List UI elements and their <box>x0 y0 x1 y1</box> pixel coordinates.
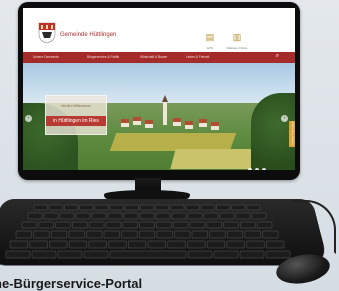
keyboard-key <box>105 221 122 229</box>
keyboard-key <box>123 212 139 220</box>
keyboard-key <box>206 240 226 249</box>
keyboard-key <box>109 250 187 259</box>
keyboard-key <box>75 212 91 220</box>
keyboard-key <box>187 250 213 259</box>
keyboard-key <box>50 230 68 239</box>
keyboard-key <box>124 204 139 211</box>
keyboard-key <box>107 212 123 220</box>
keyboard-key <box>138 230 156 239</box>
keyboard-key <box>172 221 189 229</box>
keyboard-key <box>231 204 246 211</box>
keyboard-key <box>88 240 107 249</box>
keyboard-key <box>246 204 261 211</box>
keyboard-key <box>244 230 261 239</box>
keyboard-key <box>191 230 208 239</box>
keyboard-key <box>9 240 29 249</box>
keyboard-key <box>209 230 226 239</box>
keyboard-key <box>38 221 54 229</box>
keyboard-key <box>147 240 167 249</box>
keyboard-key <box>94 204 109 211</box>
keyboard-key <box>5 250 31 259</box>
keyboard-key <box>68 240 88 249</box>
keyboard-key <box>213 250 239 259</box>
keyboard-key <box>265 240 285 249</box>
keyboard-key <box>33 230 50 239</box>
keyboard-key <box>155 204 170 211</box>
keyboard-key <box>216 204 230 211</box>
keyboard-key <box>187 212 203 220</box>
keyboard-key <box>21 221 38 229</box>
keyboard-key <box>48 204 63 211</box>
keyboard-key <box>15 230 32 239</box>
keyboard-key <box>91 212 107 220</box>
keyboard-key <box>29 240 48 249</box>
keyboard-key <box>72 221 88 229</box>
keyboard-key <box>108 240 127 249</box>
keyboard-key <box>203 212 219 220</box>
keyboard-key <box>33 204 48 211</box>
keyboard-keys <box>5 204 291 259</box>
keyboard-key <box>155 212 171 220</box>
keyboard-key <box>206 221 222 229</box>
keyboard-key <box>55 221 71 229</box>
keyboard-key <box>167 240 186 249</box>
keyboard-key <box>189 221 206 229</box>
keyboard-key <box>109 204 124 211</box>
keyboard-key <box>170 204 185 211</box>
keyboard-key <box>187 240 206 249</box>
keyboard-key <box>174 230 191 239</box>
keyboard-key <box>79 204 94 211</box>
keyboard-key <box>121 230 138 239</box>
keyboard-key <box>200 204 215 211</box>
keyboard-key <box>31 250 57 259</box>
keyboard-key <box>88 221 105 229</box>
keyboard-key <box>59 212 75 220</box>
keyboard-key <box>43 212 59 220</box>
keyboard-key <box>171 212 187 220</box>
keyboard-key <box>226 230 244 239</box>
keyboard-key <box>240 221 256 229</box>
keyboard-key <box>127 240 147 249</box>
keyboard-key <box>140 204 154 211</box>
keyboard-key <box>223 221 239 229</box>
keyboard-key <box>49 240 68 249</box>
keyboard-key <box>68 230 85 239</box>
keyboard-key <box>139 212 155 220</box>
keyboard-key <box>103 230 120 239</box>
keyboard-key <box>235 212 251 220</box>
keyboard-key <box>251 212 267 220</box>
keyboard-key <box>86 230 103 239</box>
keyboard-key <box>27 212 43 220</box>
keyboard-key <box>57 250 83 259</box>
keyboard-key <box>83 250 109 259</box>
keyboard-key <box>265 250 291 259</box>
keyboard-key <box>239 250 265 259</box>
page-caption: ne-Bürgerservice-Portal <box>0 276 143 291</box>
keyboard-key <box>122 221 138 229</box>
keyboard-key <box>246 240 265 249</box>
keyboard-key <box>262 230 279 239</box>
keyboard-key <box>226 240 245 249</box>
keyboard-key <box>185 204 200 211</box>
keyboard-key <box>156 221 172 229</box>
keyboard-key <box>139 221 155 229</box>
keyboard-key <box>64 204 78 211</box>
keyboard-key <box>256 221 273 229</box>
keyboard-key <box>156 230 173 239</box>
keyboard-key <box>219 212 235 220</box>
